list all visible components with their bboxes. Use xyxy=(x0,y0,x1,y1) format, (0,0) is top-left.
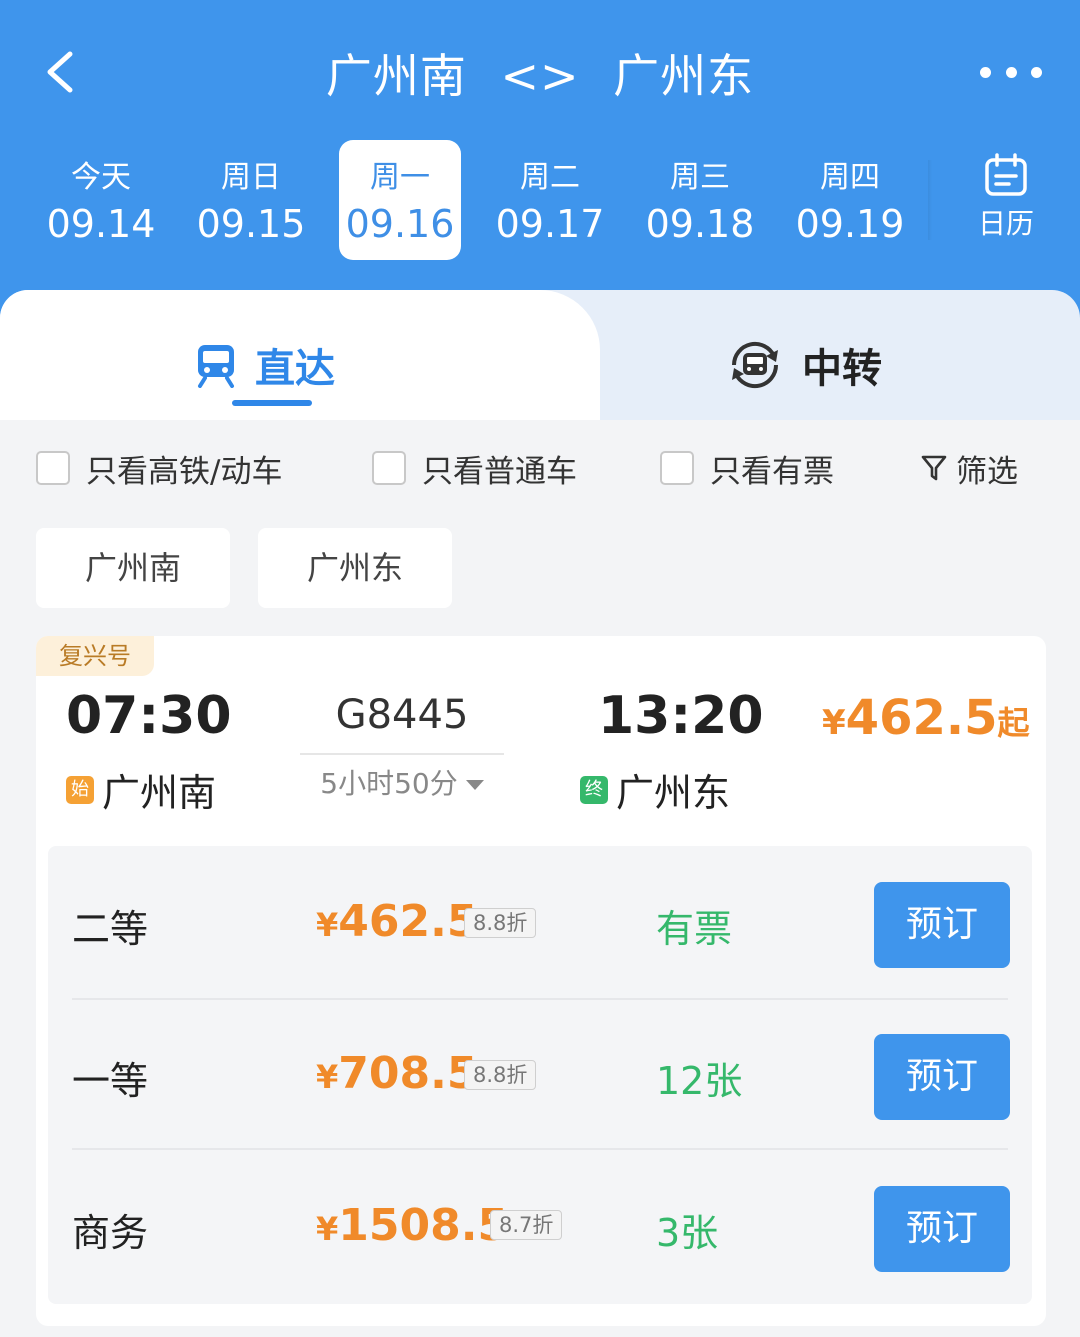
filter-bar: 只看高铁/动车 只看普通车 只看有票 筛选 xyxy=(36,440,1046,500)
date-value: 09.18 xyxy=(645,202,755,246)
seat-price: ¥1508.5 xyxy=(316,1200,508,1251)
seat-price-value: 1508.5 xyxy=(338,1200,509,1251)
tab-direct[interactable]: 直达 xyxy=(195,320,335,410)
date-value: 09.19 xyxy=(795,202,905,246)
seat-class-name: 商务 xyxy=(72,1211,149,1255)
route-line xyxy=(300,753,504,755)
train-icon xyxy=(198,345,234,388)
tab-transfer-label: 中转 xyxy=(802,346,882,392)
arrival-station-name: 广州东 xyxy=(616,771,731,815)
discount-tag: 8.7折 xyxy=(490,1210,563,1240)
filter-available-label: 只看有票 xyxy=(710,453,834,490)
date-value: 09.15 xyxy=(196,202,306,246)
min-price: ¥462.5起 xyxy=(822,690,1030,746)
tab-transfer[interactable]: 中转 xyxy=(726,320,882,410)
caret-down-icon xyxy=(465,780,484,790)
filter-available[interactable]: 只看有票 xyxy=(660,440,834,496)
book-button[interactable]: 预订 xyxy=(874,1034,1010,1120)
route-title: 广州南 <> 广州东 xyxy=(0,40,1080,106)
filter-regular[interactable]: 只看普通车 xyxy=(372,440,577,496)
seat-price-currency: ¥ xyxy=(316,1210,339,1248)
date-label: 周三 xyxy=(670,160,730,195)
calendar-icon xyxy=(985,153,1027,196)
duration-text: 5小时50分 xyxy=(320,767,458,800)
date-value: 09.16 xyxy=(345,202,455,246)
date-label: 周日 xyxy=(221,160,281,195)
more-dots-icon xyxy=(1031,66,1042,78)
date-item-thursday[interactable]: 周四 09.19 xyxy=(789,140,911,260)
book-button[interactable]: 预订 xyxy=(874,1186,1010,1272)
station-chip-guangzhou-south[interactable]: 广州南 xyxy=(36,528,230,608)
date-item-wednesday[interactable]: 周三 09.18 xyxy=(639,140,761,260)
funnel-icon xyxy=(921,455,947,481)
calendar-label: 日历 xyxy=(977,207,1034,240)
date-label: 今天 xyxy=(71,160,131,195)
title-from-station: 广州南 xyxy=(325,49,467,103)
departure-station: 始 广州南 xyxy=(66,762,216,817)
more-dots-icon xyxy=(1005,66,1017,78)
duration-toggle[interactable]: 5小时50分 xyxy=(300,762,504,802)
seat-price-currency: ¥ xyxy=(316,1058,339,1096)
book-button[interactable]: 预订 xyxy=(874,882,1010,968)
seat-price-value: 708.5 xyxy=(338,1048,478,1099)
train-type-badge: 复兴号 xyxy=(36,636,154,676)
available-checkbox[interactable] xyxy=(660,451,694,485)
min-price-suffix: 起 xyxy=(997,704,1030,742)
more-dots-icon xyxy=(980,66,991,78)
seat-price: ¥462.5 xyxy=(316,896,477,947)
discount-tag: 8.8折 xyxy=(464,908,537,938)
seat-class-name: 一等 xyxy=(72,1059,149,1103)
filter-button-label: 筛选 xyxy=(956,453,1018,490)
filter-regular-label: 只看普通车 xyxy=(422,453,577,490)
seat-availability: 3张 xyxy=(656,1211,719,1255)
date-strip-divider xyxy=(928,160,932,240)
tab-direct-label: 直达 xyxy=(255,346,335,392)
more-button[interactable] xyxy=(980,60,1042,84)
arrival-time: 13:20 xyxy=(598,686,764,746)
end-tag: 终 xyxy=(580,775,608,804)
title-separator: <> xyxy=(500,49,580,103)
train-number: G8445 xyxy=(335,692,469,738)
arrival-station: 终 广州东 xyxy=(580,762,730,817)
title-to-station: 广州东 xyxy=(613,49,755,103)
seat-row-divider xyxy=(72,1148,1008,1150)
date-item-tuesday[interactable]: 周二 09.17 xyxy=(489,140,611,260)
min-price-value: 462.5 xyxy=(845,690,998,746)
date-value: 09.17 xyxy=(495,202,605,246)
seat-price-value: 462.5 xyxy=(338,896,478,947)
seat-availability: 12张 xyxy=(656,1059,743,1103)
transfer-train-icon xyxy=(731,341,779,389)
seat-row-divider xyxy=(72,998,1008,1000)
departure-station-name: 广州南 xyxy=(102,771,217,815)
seat-class-name: 二等 xyxy=(72,907,149,951)
filter-button[interactable]: 筛选 xyxy=(920,440,1018,496)
departure-time: 07:30 xyxy=(66,686,232,746)
date-label: 周二 xyxy=(520,160,580,195)
start-tag: 始 xyxy=(66,775,94,804)
seat-price-currency: ¥ xyxy=(316,906,339,944)
date-label: 周一 xyxy=(370,160,430,195)
discount-tag: 8.8折 xyxy=(464,1060,537,1090)
high-speed-checkbox[interactable] xyxy=(36,451,70,485)
date-label: 周四 xyxy=(820,160,880,195)
seat-availability: 有票 xyxy=(656,907,733,951)
date-item-today[interactable]: 今天 09.14 xyxy=(40,140,162,260)
date-item-monday-selected[interactable]: 周一 09.16 xyxy=(339,140,461,260)
min-price-currency: ¥ xyxy=(822,703,846,743)
calendar-button[interactable]: 日历 xyxy=(960,152,1052,252)
station-chip-guangzhou-east[interactable]: 广州东 xyxy=(258,528,452,608)
tab-active-indicator xyxy=(232,400,312,406)
date-item-sunday[interactable]: 周日 09.15 xyxy=(190,140,312,260)
filter-high-speed-label: 只看高铁/动车 xyxy=(86,453,283,490)
seat-price: ¥708.5 xyxy=(316,1048,477,1099)
date-value: 09.14 xyxy=(46,202,156,246)
filter-high-speed[interactable]: 只看高铁/动车 xyxy=(36,440,282,496)
date-strip: 今天 09.14 周日 09.15 周一 09.16 周二 09.17 周三 0… xyxy=(26,140,926,260)
regular-checkbox[interactable] xyxy=(372,451,406,485)
